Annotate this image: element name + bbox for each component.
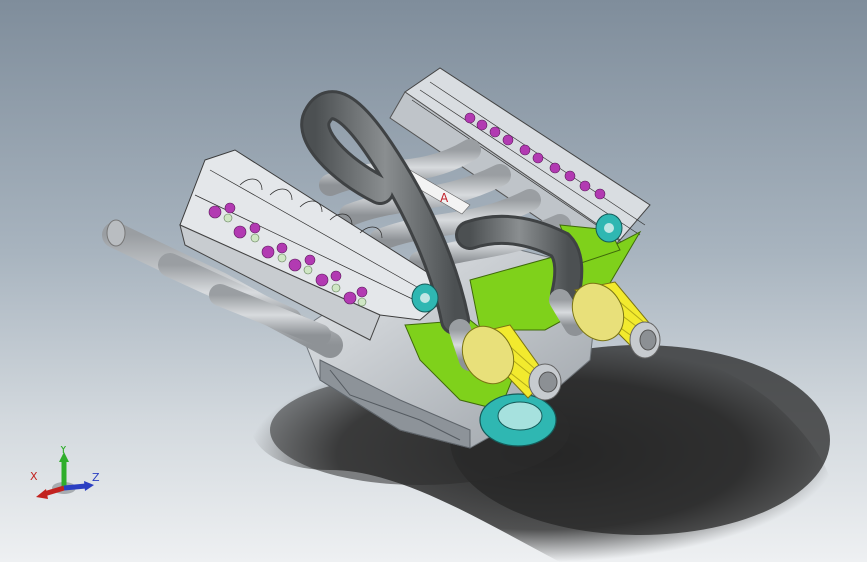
decal-letter: A	[440, 191, 449, 205]
graphics-viewport[interactable]: A Y X Z	[0, 0, 867, 562]
x-axis-label: X	[30, 470, 38, 483]
engine-model-view[interactable]: A	[0, 0, 867, 562]
z-axis-arrow	[63, 483, 87, 491]
view-orientation-triad[interactable]: Y X Z	[28, 446, 108, 506]
z-axis-label: Z	[92, 471, 100, 484]
y-axis-label: Y	[59, 446, 67, 456]
